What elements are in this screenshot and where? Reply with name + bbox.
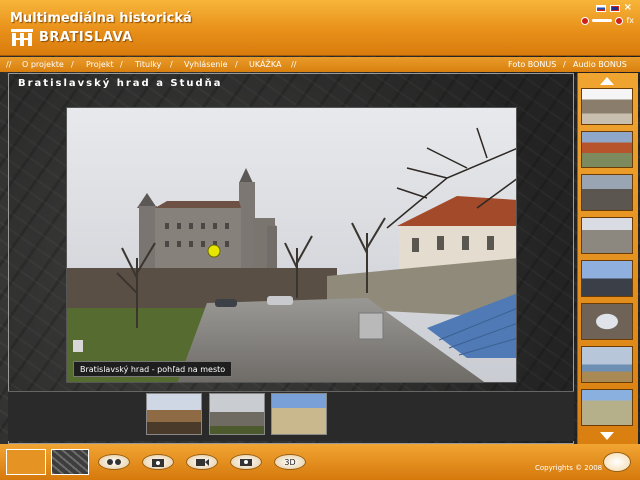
gallery-thumbnail-1[interactable] bbox=[581, 88, 633, 125]
panorama-photo[interactable] bbox=[66, 107, 517, 383]
nav-separator: / bbox=[71, 60, 74, 69]
photo-caption: Bratislavský hrad - pohľad na mesto bbox=[73, 361, 233, 377]
nav-separator: / bbox=[235, 60, 238, 69]
nav-separator: // bbox=[291, 60, 297, 69]
close-icon[interactable]: × bbox=[624, 2, 632, 13]
arrow-up-icon[interactable] bbox=[600, 77, 614, 85]
nav-item-ukazka[interactable]: UKÁŽKA bbox=[249, 57, 282, 72]
nav-item-titulky[interactable]: Titulky bbox=[135, 57, 161, 72]
map-button[interactable] bbox=[51, 449, 89, 475]
fx-label: fx bbox=[626, 16, 634, 25]
arrow-down-icon[interactable] bbox=[600, 432, 614, 440]
bottom-toolbar bbox=[0, 444, 640, 480]
app-title: Multimediálna historická bbox=[10, 11, 192, 26]
nav-separator: / bbox=[563, 60, 566, 69]
video-camera-icon[interactable] bbox=[186, 454, 218, 470]
view-button[interactable] bbox=[6, 449, 46, 475]
nav-item-audio-bonus[interactable]: Audio BONUS bbox=[573, 57, 627, 72]
city-title: BRATISLAVA bbox=[39, 30, 133, 45]
language-flags bbox=[596, 5, 620, 12]
header: Multimediálna historická BRATISLAVA × fx bbox=[0, 0, 640, 56]
gallery-thumbnail-3[interactable] bbox=[581, 174, 633, 211]
nav-separator: // bbox=[6, 60, 12, 69]
panorama-camera-icon[interactable] bbox=[230, 454, 262, 470]
nav-item-foto-bonus[interactable]: Foto BONUS bbox=[508, 57, 556, 72]
copyright-text: Copyrights © 2008 bbox=[535, 464, 603, 472]
nav-separator: / bbox=[120, 60, 123, 69]
nav-item-o-projekte[interactable]: O projekte bbox=[22, 57, 64, 72]
mute-icon[interactable] bbox=[581, 16, 590, 25]
signpost-icon[interactable] bbox=[603, 452, 631, 472]
gallery-thumbnail-4[interactable] bbox=[581, 217, 633, 254]
fx-toggle-icon[interactable] bbox=[615, 16, 624, 25]
main-nav: // O projekte / Projekt / Titulky / Vyhl… bbox=[0, 57, 640, 72]
strip-thumbnail-1[interactable] bbox=[146, 393, 202, 435]
gallery-thumbnail-7[interactable] bbox=[581, 346, 633, 383]
panorama-image bbox=[67, 108, 516, 382]
app-window: Multimediálna historická BRATISLAVA × fx… bbox=[0, 0, 640, 480]
binoculars-icon[interactable] bbox=[98, 454, 130, 470]
hotspot-icon[interactable] bbox=[207, 244, 221, 258]
gallery-thumbnail-8[interactable] bbox=[581, 389, 633, 426]
strip-thumbnail-3[interactable] bbox=[271, 393, 327, 435]
gallery-thumbnail-5[interactable] bbox=[581, 260, 633, 297]
gallery-thumbnail-2[interactable] bbox=[581, 131, 633, 168]
logo-icon bbox=[11, 29, 33, 46]
gallery-thumbnail-6[interactable] bbox=[581, 303, 633, 340]
nav-item-vyhlasenie[interactable]: Vyhlásenie bbox=[184, 57, 228, 72]
volume-controls: fx bbox=[581, 16, 634, 25]
nav-separator: / bbox=[170, 60, 173, 69]
camera-icon[interactable] bbox=[142, 454, 174, 470]
photo-title: Bratislavský hrad a Studňa bbox=[18, 78, 223, 89]
nav-item-projekt[interactable]: Projekt bbox=[86, 57, 114, 72]
flag-en-icon[interactable] bbox=[610, 5, 620, 12]
flag-sk-icon[interactable] bbox=[596, 5, 606, 12]
volume-slider[interactable] bbox=[592, 19, 613, 22]
strip-thumbnail-2[interactable] bbox=[209, 393, 265, 435]
3d-glasses-icon[interactable]: 3D bbox=[274, 454, 306, 470]
